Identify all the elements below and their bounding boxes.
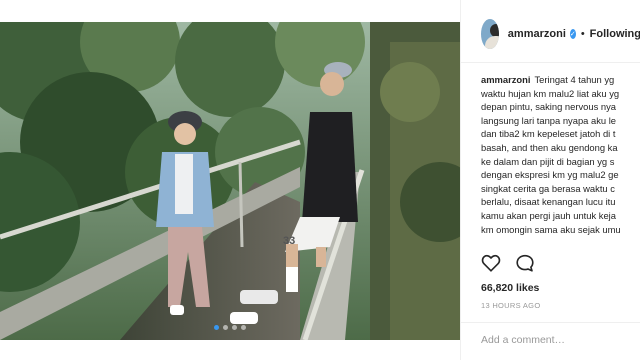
comment-divider xyxy=(461,322,640,323)
caption-line: ke dalam dan pijit di bagian yg s xyxy=(481,155,615,167)
carousel-dot[interactable] xyxy=(223,325,228,330)
caption-line: km omongin sama aku sejak umu xyxy=(481,223,621,235)
comment-icon[interactable] xyxy=(515,254,535,277)
header-divider xyxy=(461,62,640,63)
avatar[interactable] xyxy=(481,19,499,49)
caption-line: Teringat 4 tahun yg xyxy=(534,74,615,85)
caption-line: kamu akan pergi jauh untuk keja xyxy=(481,209,616,221)
post-timestamp[interactable]: 13 HOURS AGO xyxy=(481,301,540,310)
caption-line: depan pintu, saking nervous nya xyxy=(481,101,616,113)
carousel-dot[interactable] xyxy=(232,325,237,330)
heart-icon[interactable] xyxy=(481,254,501,277)
post-caption: ammarzoni Teringat 4 tahun yg waktu hujan… xyxy=(481,73,640,236)
comment-input[interactable] xyxy=(481,331,631,349)
caption-line: dengan ekspresi km yg malu2 ge xyxy=(481,169,619,181)
caption-line: dan tiba2 km kepeleset jatoh di t xyxy=(481,128,616,140)
username-link[interactable]: ammarzoni xyxy=(508,28,566,40)
header-separator: • xyxy=(580,28,585,40)
verified-badge-icon: ✓ xyxy=(569,29,576,39)
carousel-dot[interactable] xyxy=(241,325,246,330)
carousel-indicator xyxy=(0,325,460,330)
caption-line: waktu hujan km malu2 liat aku yg xyxy=(481,87,620,99)
instagram-post-view: 33 ammarzoni ✓ • Following ammarzoni Teri… xyxy=(0,0,640,360)
post-photo[interactable]: 33 xyxy=(0,22,460,340)
caption-line: basah, and then aku gendong ka xyxy=(481,141,618,153)
caption-line: langsung lari tanpa nyapa aku le xyxy=(481,114,616,126)
following-button[interactable]: Following xyxy=(590,28,640,40)
likes-count[interactable]: 66,820 likes xyxy=(481,282,539,294)
post-side-panel: ammarzoni ✓ • Following ammarzoni Teringa… xyxy=(460,0,640,360)
caption-line: singkat cerita ga berasa waktu c xyxy=(481,182,615,194)
caption-username[interactable]: ammarzoni xyxy=(481,74,531,85)
avatar-body-shape xyxy=(485,36,499,49)
caption-line: berlalu, disaat kenangan lucu itu xyxy=(481,196,616,208)
post-header: ammarzoni ✓ • Following xyxy=(461,14,640,54)
photo-scene: 33 xyxy=(0,22,460,340)
post-actions xyxy=(481,254,535,277)
shorts-number: 33 xyxy=(283,235,295,247)
carousel-dot[interactable] xyxy=(214,325,219,330)
